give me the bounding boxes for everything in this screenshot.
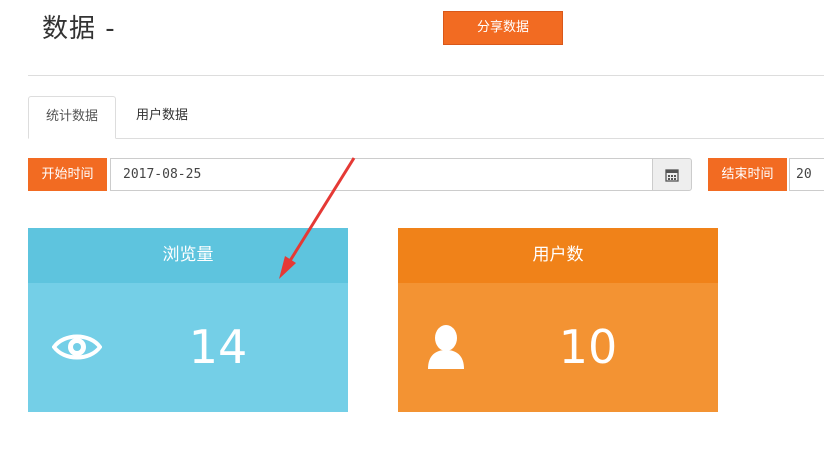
start-time-label: 开始时间 <box>28 158 107 191</box>
page-views-card: 浏览量 14 <box>28 228 348 412</box>
page-title: 数据 - <box>42 14 116 44</box>
calendar-icon <box>665 168 679 182</box>
divider <box>28 75 824 76</box>
end-date-input[interactable] <box>789 158 824 191</box>
users-card: 用户数 10 <box>398 228 718 412</box>
tab-user-data[interactable]: 用户数据 <box>118 96 206 138</box>
card-body: 14 <box>28 283 348 412</box>
tab-statistics[interactable]: 统计数据 <box>28 96 116 139</box>
share-data-button[interactable]: 分享数据 <box>443 11 563 45</box>
start-date-input[interactable] <box>110 158 653 191</box>
users-value: 10 <box>558 320 618 374</box>
tab-bar: 统计数据 用户数据 <box>28 96 824 139</box>
card-title: 浏览量 <box>28 228 348 283</box>
page-views-value: 14 <box>188 320 248 374</box>
end-time-label: 结束时间 <box>708 158 787 191</box>
card-title: 用户数 <box>398 228 718 283</box>
card-body: 10 <box>398 283 718 412</box>
start-date-calendar-button[interactable] <box>652 158 692 191</box>
